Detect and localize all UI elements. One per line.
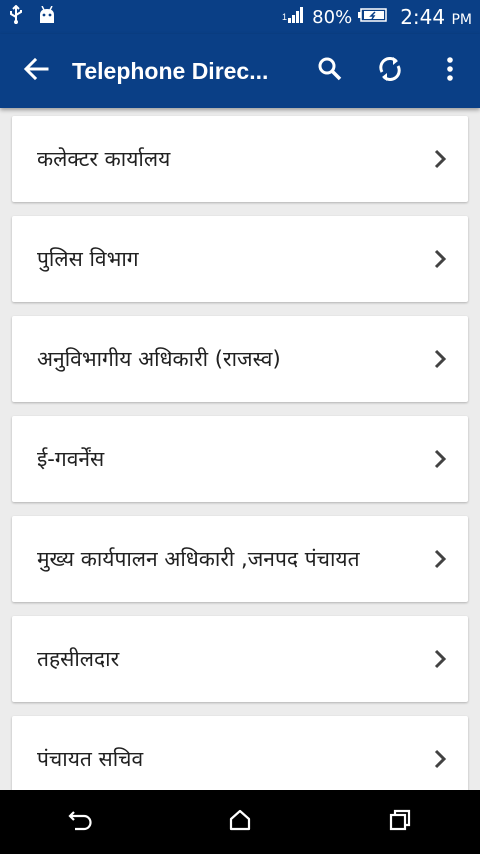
list-item-label: ई-गवर्नेंस: [37, 447, 105, 471]
back-button[interactable]: [0, 34, 72, 108]
back-icon: [67, 809, 93, 835]
list-item[interactable]: कलेक्टर कार्यालय: [12, 116, 468, 202]
chevron-right-icon: [430, 549, 450, 569]
chevron-right-icon: [430, 249, 450, 269]
page-title: Telephone Direc...: [72, 57, 269, 84]
chevron-right-icon: [430, 449, 450, 469]
signal-icon: 1: [282, 6, 306, 29]
list-item[interactable]: अनुविभागीय अधिकारी (राजस्व): [12, 316, 468, 402]
chevron-right-icon: [430, 749, 450, 769]
more-vert-icon: [446, 56, 454, 86]
chevron-right-icon: [430, 349, 450, 369]
search-icon: [317, 56, 343, 86]
list-item[interactable]: मुख्य कार्यपालन अधिकारी ,जनपद पंचायत: [12, 516, 468, 602]
battery-percent: 80%: [312, 6, 353, 28]
home-icon: [228, 808, 252, 836]
recents-icon: [388, 808, 412, 836]
app-bar: Telephone Direc...: [0, 34, 480, 108]
sync-icon: [376, 55, 404, 87]
more-options-button[interactable]: [420, 34, 480, 108]
list-item-label: तहसीलदार: [37, 647, 120, 671]
list-item-label: कलेक्टर कार्यालय: [37, 147, 171, 171]
usb-icon: [8, 4, 24, 29]
battery-icon: [358, 7, 388, 28]
nav-back-button[interactable]: [50, 790, 110, 854]
list-item[interactable]: पंचायत सचिव: [12, 716, 468, 790]
svg-text:1: 1: [282, 12, 287, 22]
department-list[interactable]: कलेक्टर कार्यालय पुलिस विभाग अनुविभागीय …: [0, 108, 480, 790]
list-item[interactable]: तहसीलदार: [12, 616, 468, 702]
back-arrow-icon: [23, 56, 49, 86]
search-button[interactable]: [300, 34, 360, 108]
list-item-label: पंचायत सचिव: [37, 747, 144, 771]
chevron-right-icon: [430, 649, 450, 669]
chevron-right-icon: [430, 149, 450, 169]
list-item[interactable]: ई-गवर्नेंस: [12, 416, 468, 502]
list-item-label: अनुविभागीय अधिकारी (राजस्व): [37, 347, 281, 371]
status-bar: 1 80% 2:44 PM: [0, 0, 480, 34]
clock: 2:44 PM: [400, 5, 472, 29]
list-item-label: मुख्य कार्यपालन अधिकारी ,जनपद पंचायत: [37, 547, 360, 571]
list-item[interactable]: पुलिस विभाग: [12, 216, 468, 302]
clock-ampm: PM: [451, 12, 472, 28]
nav-home-button[interactable]: [210, 790, 270, 854]
clock-time: 2:44: [400, 5, 446, 29]
sync-button[interactable]: [360, 34, 420, 108]
system-nav-bar: [0, 790, 480, 854]
list-item-label: पुलिस विभाग: [37, 247, 139, 271]
android-debug-icon: [38, 5, 56, 28]
nav-recents-button[interactable]: [370, 790, 430, 854]
